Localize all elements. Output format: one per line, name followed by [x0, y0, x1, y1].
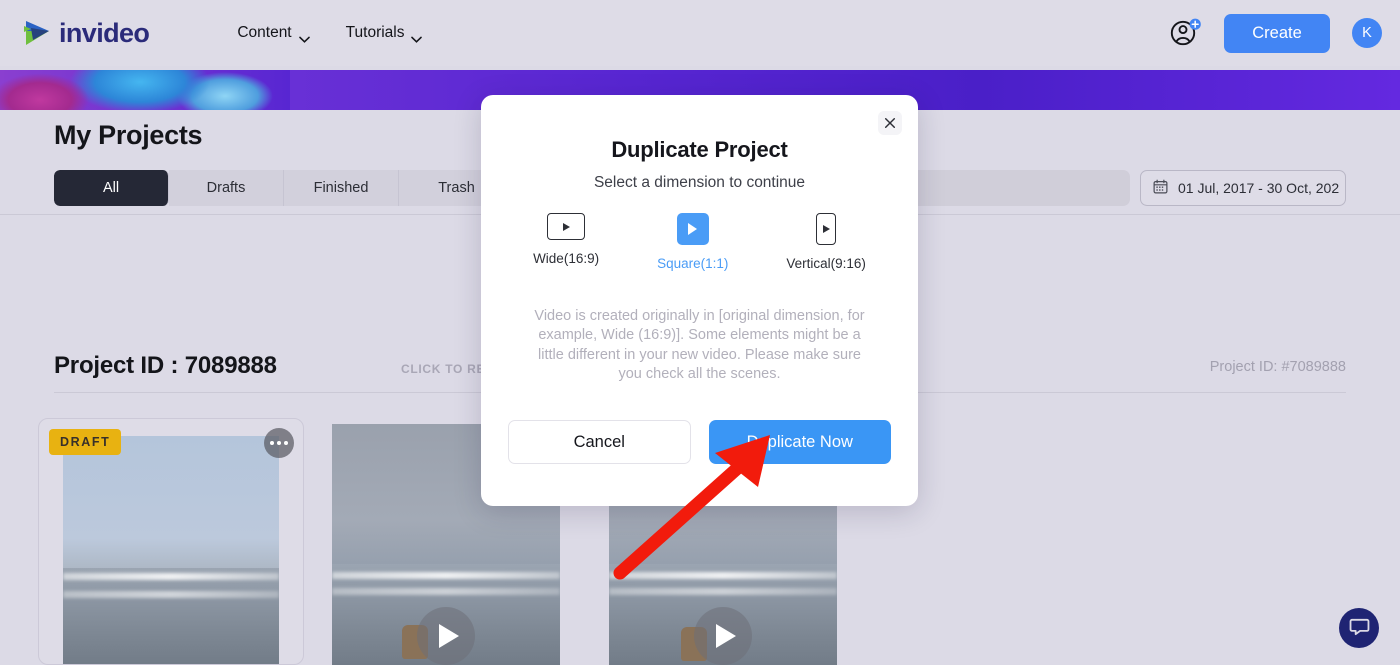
status-badge: DRAFT: [49, 429, 122, 455]
project-id-label: Project ID: #7089888: [1209, 359, 1346, 375]
add-user-icon[interactable]: [1170, 18, 1202, 48]
dimension-label-wide: Wide(16:9): [533, 251, 600, 266]
nav-tutorials-label: Tutorials: [345, 24, 405, 41]
play-icon[interactable]: [417, 607, 475, 665]
project-filter-tabs: All Drafts Finished Trash: [54, 170, 514, 206]
tab-drafts[interactable]: Drafts: [169, 170, 284, 206]
invideo-play-logo-icon: [22, 18, 52, 48]
duplicate-project-dialog: Duplicate Project Select a dimension to …: [481, 95, 918, 506]
thumbnail-foam: [332, 572, 560, 579]
project-thumbnail: [63, 436, 279, 664]
date-range-picker[interactable]: 01 Jul, 2017 - 30 Oct, 202: [1140, 170, 1346, 206]
project-card[interactable]: DRAFT: [38, 418, 304, 665]
project-title[interactable]: Project ID : 7089888: [54, 352, 277, 380]
duplicate-now-button[interactable]: Duplicate Now: [708, 420, 891, 464]
chevron-down-icon: [411, 30, 423, 43]
date-range-value: 01 Jul, 2017 - 30 Oct, 202: [1178, 180, 1340, 196]
invideo-projects-page: invideo Content Tutorials Create K My Pr…: [0, 0, 1400, 665]
wide-aspect-icon: [547, 213, 586, 240]
play-icon[interactable]: [694, 607, 752, 665]
header-actions: Create K: [1170, 0, 1382, 66]
nav-item-tutorials[interactable]: Tutorials: [345, 24, 423, 43]
create-button[interactable]: Create: [1224, 13, 1330, 53]
chevron-down-icon: [298, 30, 310, 43]
main-nav: Content Tutorials: [237, 24, 423, 43]
thumbnail-foam: [63, 573, 279, 580]
dimension-option-wide[interactable]: Wide(16:9): [533, 213, 599, 271]
brand-logo[interactable]: invideo: [22, 17, 150, 49]
dimension-label-square: Square(1:1): [657, 256, 729, 271]
nav-content-label: Content: [237, 24, 292, 41]
close-icon[interactable]: [878, 111, 902, 135]
thumbnail-foam: [609, 588, 837, 595]
more-options-icon[interactable]: [264, 428, 294, 458]
dialog-actions: Cancel Duplicate Now: [508, 420, 891, 464]
vertical-aspect-icon: [816, 213, 837, 245]
thumbnail-foam: [63, 591, 279, 598]
thumbnail-sea: [63, 568, 279, 664]
nav-item-content[interactable]: Content: [237, 24, 310, 43]
chat-support-button[interactable]: [1339, 608, 1379, 648]
calendar-icon: [1153, 179, 1168, 197]
square-aspect-icon: [676, 213, 709, 245]
avatar[interactable]: K: [1352, 18, 1382, 48]
dimension-option-vertical[interactable]: Vertical(9:16): [786, 213, 866, 271]
tab-all[interactable]: All: [54, 170, 169, 206]
app-header: invideo Content Tutorials Create K: [0, 0, 1400, 66]
dialog-title: Duplicate Project: [611, 137, 788, 162]
dimension-label-vertical: Vertical(9:16): [786, 256, 866, 271]
dimension-options: Wide(16:9) Square(1:1) Vertical(9:16): [481, 213, 918, 271]
thumbnail-foam: [332, 588, 560, 595]
chat-bubble-icon: [1349, 616, 1370, 640]
brand-name: invideo: [59, 17, 150, 48]
cancel-button[interactable]: Cancel: [508, 420, 691, 464]
dialog-subtitle: Select a dimension to continue: [593, 174, 806, 191]
tab-finished[interactable]: Finished: [284, 170, 399, 206]
thumbnail-foam: [609, 572, 837, 579]
dialog-note: Video is created originally in [original…: [534, 308, 865, 382]
dimension-option-square[interactable]: Square(1:1): [657, 213, 728, 271]
promo-banner-image-icon: [0, 70, 290, 110]
avatar-initial: K: [1362, 25, 1372, 41]
page-title: My Projects: [54, 120, 203, 150]
